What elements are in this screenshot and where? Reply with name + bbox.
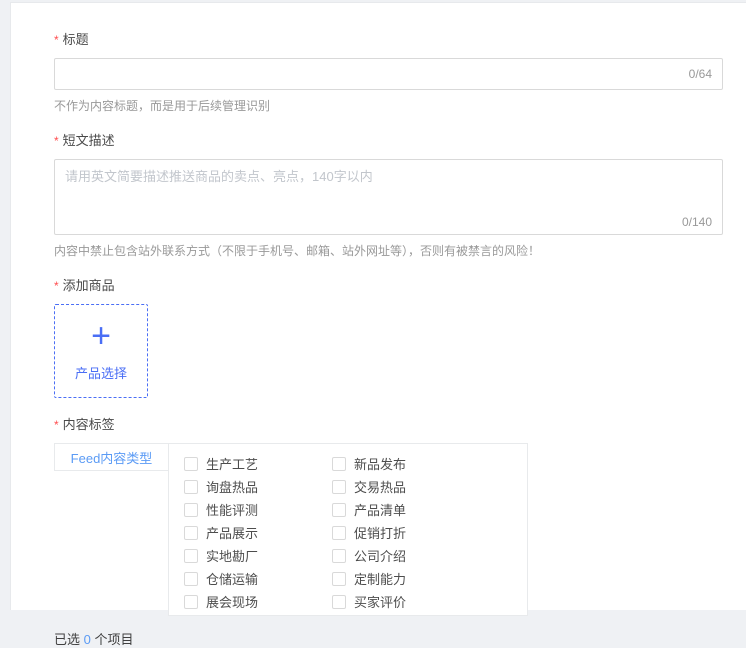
title-field-group: * 标题 0/64 不作为内容标题，而是用于后续管理识别 [54, 31, 723, 114]
title-char-counter: 0/64 [689, 67, 712, 81]
description-textarea[interactable]: 请用英文简要描述推送商品的卖点、亮点，140字以内 0/140 [54, 159, 723, 235]
product-picker-label: 产品选择 [75, 363, 127, 382]
checkbox-icon[interactable] [332, 549, 346, 563]
form-card: * 标题 0/64 不作为内容标题，而是用于后续管理识别 * 短文描述 请用英文简要… [10, 2, 746, 610]
tag-option[interactable]: 产品展示 [184, 523, 332, 542]
title-helper-text: 不作为内容标题，而是用于后续管理识别 [54, 98, 723, 114]
description-field-group: * 短文描述 请用英文简要描述推送商品的卖点、亮点，140字以内 0/140 内容… [54, 132, 723, 259]
description-placeholder: 请用英文简要描述推送商品的卖点、亮点，140字以内 [65, 168, 712, 186]
title-label-text: 标题 [63, 32, 89, 47]
checkbox-icon[interactable] [332, 480, 346, 494]
tag-option[interactable]: 定制能力 [332, 569, 527, 588]
selected-count-line: 已选 0 个项目 [54, 629, 723, 648]
plus-icon: + [91, 321, 111, 351]
description-label: * 短文描述 [54, 132, 723, 150]
selected-count-suffix: 个项目 [95, 632, 134, 647]
checkbox-icon[interactable] [184, 572, 198, 586]
selected-count-value: 0 [84, 632, 91, 647]
tag-option[interactable]: 仓储运输 [184, 569, 332, 588]
checkbox-icon[interactable] [184, 480, 198, 494]
required-asterisk: * [54, 418, 59, 432]
products-label-text: 添加商品 [63, 278, 115, 293]
tag-option[interactable]: 生产工艺 [184, 454, 332, 473]
selected-count-prefix: 已选 [54, 632, 80, 647]
tag-option[interactable]: 实地勘厂 [184, 546, 332, 565]
description-label-text: 短文描述 [63, 133, 115, 148]
form-content: * 标题 0/64 不作为内容标题，而是用于后续管理识别 * 短文描述 请用英文简要… [11, 3, 746, 648]
product-picker-button[interactable]: + 产品选择 [54, 304, 148, 398]
title-input[interactable]: 0/64 [54, 58, 723, 90]
tags-label-text: 内容标签 [63, 417, 115, 432]
tag-option[interactable]: 买家评价 [332, 592, 527, 611]
tag-option[interactable]: 促销打折 [332, 523, 527, 542]
description-warning-text: 内容中禁止包含站外联系方式（不限于手机号、邮箱、站外网址等），否则有被禁言的风险… [54, 243, 723, 259]
tag-option[interactable]: 新品发布 [332, 454, 527, 473]
checkbox-icon[interactable] [332, 526, 346, 540]
tag-option[interactable]: 公司介绍 [332, 546, 527, 565]
tags-label: * 内容标签 [54, 416, 723, 434]
checkbox-icon[interactable] [332, 572, 346, 586]
required-asterisk: * [54, 134, 59, 148]
required-asterisk: * [54, 279, 59, 293]
checkbox-icon[interactable] [184, 549, 198, 563]
checkbox-icon[interactable] [332, 457, 346, 471]
description-char-counter: 0/140 [682, 215, 712, 229]
tag-options-grid: 生产工艺 新品发布 询盘热品 交易热品 性能评测 产品清单 产品展示 促销打折 … [184, 452, 527, 613]
tag-option[interactable]: 展会现场 [184, 592, 332, 611]
tags-field-group: * 内容标签 Feed内容类型 生产工艺 新品发布 询盘热品 交易热品 性能评测 … [54, 416, 723, 616]
title-label: * 标题 [54, 31, 723, 49]
required-asterisk: * [54, 33, 59, 47]
tag-option[interactable]: 交易热品 [332, 477, 527, 496]
checkbox-icon[interactable] [184, 595, 198, 609]
checkbox-icon[interactable] [184, 457, 198, 471]
checkbox-icon[interactable] [332, 503, 346, 517]
checkbox-icon[interactable] [184, 526, 198, 540]
tags-content-pane: 生产工艺 新品发布 询盘热品 交易热品 性能评测 产品清单 产品展示 促销打折 … [168, 443, 528, 616]
products-label: * 添加商品 [54, 277, 723, 295]
tag-option[interactable]: 询盘热品 [184, 477, 332, 496]
tag-option[interactable]: 性能评测 [184, 500, 332, 519]
tab-feed-content-type[interactable]: Feed内容类型 [54, 443, 168, 471]
checkbox-icon[interactable] [184, 503, 198, 517]
tags-panel: Feed内容类型 生产工艺 新品发布 询盘热品 交易热品 性能评测 产品清单 产… [54, 443, 723, 616]
tag-option[interactable]: 产品清单 [332, 500, 527, 519]
checkbox-icon[interactable] [332, 595, 346, 609]
products-field-group: * 添加商品 + 产品选择 [54, 277, 723, 398]
